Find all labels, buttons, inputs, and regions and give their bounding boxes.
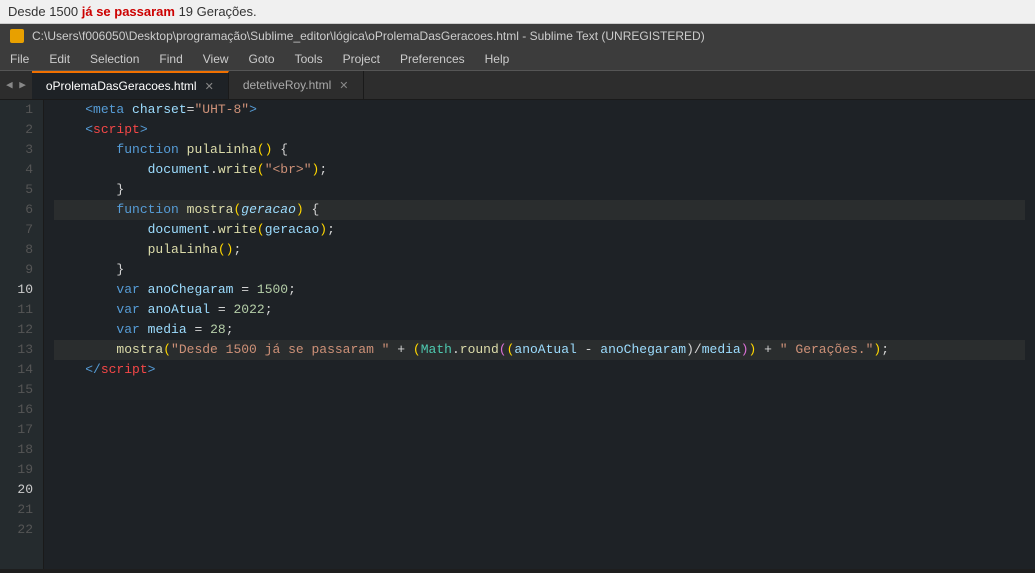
output-highlight: já se passaram xyxy=(82,4,175,19)
menu-tools[interactable]: Tools xyxy=(285,48,333,70)
ln-10: 10 xyxy=(10,280,33,300)
ln-13: 13 xyxy=(10,340,33,360)
code-line-17: var anoAtual = 2022; xyxy=(54,300,1025,320)
menu-selection[interactable]: Selection xyxy=(80,48,149,70)
ln-6: 6 xyxy=(10,200,33,220)
tab-close-1[interactable]: ✕ xyxy=(205,80,214,93)
editor: 1 2 3 4 5 6 7 8 9 10 11 12 13 14 15 16 1… xyxy=(0,100,1035,569)
menu-file[interactable]: File xyxy=(0,48,39,70)
line-numbers: 1 2 3 4 5 6 7 8 9 10 11 12 13 14 15 16 1… xyxy=(0,100,44,569)
code-line-16: var anoChegaram = 1500; xyxy=(54,280,1025,300)
code-line-14: } xyxy=(54,260,1025,280)
ln-3: 3 xyxy=(10,140,33,160)
ln-19: 19 xyxy=(10,460,33,480)
nav-arrows[interactable]: ◀ ▶ xyxy=(0,71,32,99)
app-icon xyxy=(10,29,24,43)
menu-bar: File Edit Selection Find View Goto Tools… xyxy=(0,48,1035,71)
ln-21: 21 xyxy=(10,500,33,520)
output-bar: Desde 1500 já se passaram 19 Gerações. xyxy=(0,0,1035,24)
ln-7: 7 xyxy=(10,220,33,240)
ln-18: 18 xyxy=(10,440,33,460)
code-line-20: mostra("Desde 1500 já se passaram " + (M… xyxy=(54,340,1025,360)
tab-detetiveRoy[interactable]: detetiveRoy.html ✕ xyxy=(229,71,364,99)
ln-12: 12 xyxy=(10,320,33,340)
menu-help[interactable]: Help xyxy=(475,48,520,70)
code-line-12: document.write(geracao); xyxy=(54,220,1025,240)
ln-11: 11 xyxy=(10,300,33,320)
ln-5: 5 xyxy=(10,180,33,200)
code-content[interactable]: <meta charset="UHT-8"> <script> function… xyxy=(44,100,1035,569)
title-text: C:\Users\f006050\Desktop\programação\Sub… xyxy=(32,29,705,43)
menu-goto[interactable]: Goto xyxy=(239,48,285,70)
ln-15: 15 xyxy=(10,380,33,400)
ln-20: 20 xyxy=(10,480,33,500)
code-line-18: var media = 28; xyxy=(54,320,1025,340)
menu-view[interactable]: View xyxy=(193,48,239,70)
code-line-3: <script> xyxy=(54,120,1025,140)
code-line-8: } xyxy=(54,180,1025,200)
menu-edit[interactable]: Edit xyxy=(39,48,80,70)
ln-16: 16 xyxy=(10,400,33,420)
title-bar: C:\Users\f006050\Desktop\programação\Sub… xyxy=(0,24,1035,48)
menu-preferences[interactable]: Preferences xyxy=(390,48,475,70)
menu-find[interactable]: Find xyxy=(149,48,192,70)
tab-close-2[interactable]: ✕ xyxy=(339,79,348,92)
code-line-13: pulaLinha(); xyxy=(54,240,1025,260)
code-line-22: </script> xyxy=(54,360,1025,380)
tab-label-2: detetiveRoy.html xyxy=(243,78,331,92)
tab-oProlemaDasGeracoes[interactable]: oProlemaDasGeracoes.html ✕ xyxy=(32,71,229,99)
ln-4: 4 xyxy=(10,160,33,180)
code-line-1: <meta charset="UHT-8"> xyxy=(54,100,1025,120)
menu-project[interactable]: Project xyxy=(333,48,390,70)
tab-bar: ◀ ▶ oProlemaDasGeracoes.html ✕ detetiveR… xyxy=(0,71,1035,100)
code-line-5: function pulaLinha() { xyxy=(54,140,1025,160)
ln-22: 22 xyxy=(10,520,33,540)
code-line-10: function mostra(geracao) { xyxy=(54,200,1025,220)
ln-17: 17 xyxy=(10,420,33,440)
ln-9: 9 xyxy=(10,260,33,280)
code-line-7: document.write("<br>"); xyxy=(54,160,1025,180)
ln-1: 1 xyxy=(10,100,33,120)
ln-8: 8 xyxy=(10,240,33,260)
ln-14: 14 xyxy=(10,360,33,380)
ln-2: 2 xyxy=(10,120,33,140)
tab-label-1: oProlemaDasGeracoes.html xyxy=(46,79,197,93)
